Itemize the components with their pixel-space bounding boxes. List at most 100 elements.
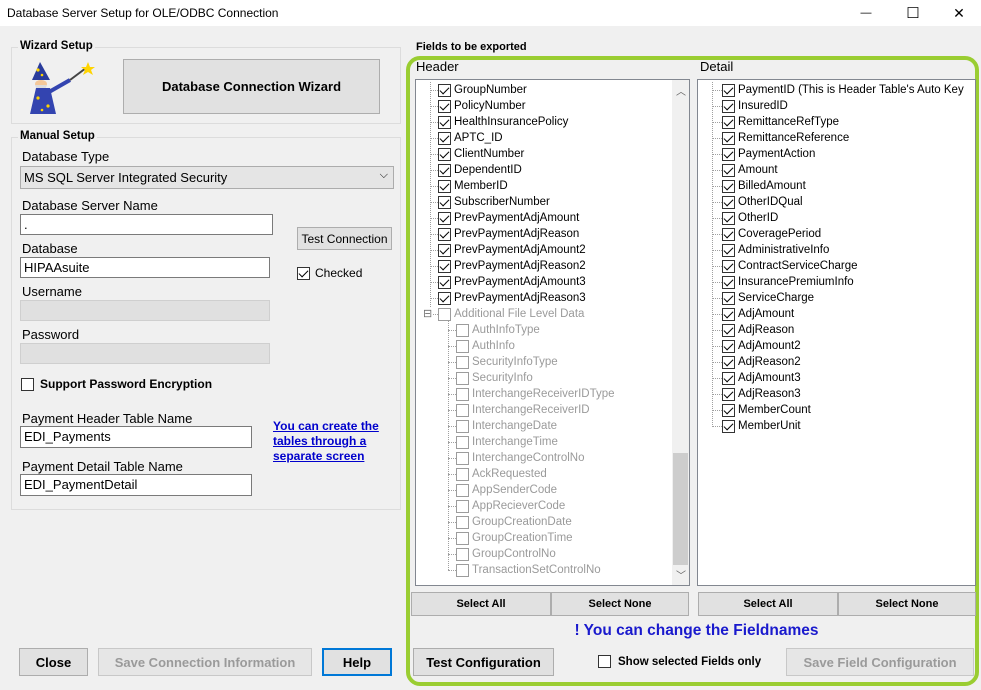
tree-item[interactable]: GroupNumber [438, 82, 527, 98]
tree-item-checkbox[interactable] [456, 515, 469, 529]
tree-item[interactable]: AdjReason3 [722, 386, 801, 402]
tree-item-checkbox[interactable] [722, 83, 735, 97]
tree-item-checkbox[interactable] [438, 275, 451, 289]
detail-fields-tree[interactable]: PaymentID (This is Header Table's Auto K… [697, 79, 976, 586]
tree-item-checkbox[interactable] [438, 195, 451, 209]
tree-item[interactable]: SubscriberNumber [438, 194, 550, 210]
tree-item-checkbox[interactable] [456, 563, 469, 577]
tree-item[interactable]: InterchangeControlNo [456, 450, 585, 466]
tree-item[interactable]: Amount [722, 162, 778, 178]
tree-item[interactable]: PaymentID (This is Header Table's Auto K… [722, 82, 964, 98]
tree-item[interactable]: InsurancePremiumInfo [722, 274, 854, 290]
tree-item-checkbox[interactable] [722, 291, 735, 305]
database-connection-wizard-button[interactable]: Database Connection Wizard [123, 59, 380, 114]
tree-item-checkbox[interactable] [456, 499, 469, 513]
tree-item-checkbox[interactable] [722, 163, 735, 177]
tree-item[interactable]: CoveragePeriod [722, 226, 821, 242]
tree-item[interactable]: AppSenderCode [456, 482, 557, 498]
tree-item[interactable]: PaymentAction [722, 146, 815, 162]
tree-item-checkbox[interactable] [438, 227, 451, 241]
tree-item[interactable]: PrevPaymentAdjAmount3 [438, 274, 586, 290]
tree-item[interactable]: AdjAmount3 [722, 370, 801, 386]
tree-item[interactable]: DependentID [438, 162, 522, 178]
tree-item-checkbox[interactable] [722, 179, 735, 193]
tree-item-checkbox[interactable] [456, 531, 469, 545]
password-input[interactable] [20, 343, 270, 364]
tree-item[interactable]: AdjReason2 [722, 354, 801, 370]
tree-item-checkbox[interactable] [438, 259, 451, 273]
tree-item[interactable]: MemberCount [722, 402, 811, 418]
tree-item[interactable]: GroupControlNo [456, 546, 556, 562]
tree-item-checkbox[interactable] [456, 387, 469, 401]
tree-item-checkbox[interactable] [722, 419, 735, 433]
tree-item-checkbox[interactable] [438, 211, 451, 225]
tree-item-checkbox[interactable] [438, 163, 451, 177]
tree-item[interactable]: AuthInfo [456, 338, 515, 354]
tree-item-checkbox[interactable] [722, 195, 735, 209]
tree-item[interactable]: InterchangeTime [456, 434, 558, 450]
username-input[interactable] [20, 300, 270, 321]
tree-item-checkbox[interactable] [722, 115, 735, 129]
tree-item-checkbox[interactable] [456, 451, 469, 465]
header-select-all-button[interactable]: Select All [411, 592, 551, 616]
tree-item-checkbox[interactable] [456, 323, 469, 337]
tree-item-checkbox[interactable] [722, 339, 735, 353]
tree-item-checkbox[interactable] [722, 243, 735, 257]
maximize-button[interactable]: ☐ [890, 0, 936, 26]
tree-item[interactable]: AuthInfoType [456, 322, 540, 338]
tree-item[interactable]: RemittanceReference [722, 130, 849, 146]
tree-item-checkbox[interactable] [456, 419, 469, 433]
tree-item-checkbox[interactable] [722, 211, 735, 225]
tree-item[interactable]: InterchangeReceiverID [456, 402, 590, 418]
tree-item-checkbox[interactable] [456, 355, 469, 369]
tree-item[interactable]: MemberID [438, 178, 508, 194]
detail-select-none-button[interactable]: Select None [838, 592, 976, 616]
tree-item-checkbox[interactable] [456, 371, 469, 385]
tree-item[interactable]: PrevPaymentAdjReason3 [438, 290, 586, 306]
tree-item[interactable]: APTC_ID [438, 130, 503, 146]
tree-item-checkbox[interactable] [722, 259, 735, 273]
tree-item-checkbox[interactable] [722, 387, 735, 401]
test-connection-button[interactable]: Test Connection [297, 227, 392, 250]
tree-item-checkbox[interactable] [722, 227, 735, 241]
create-tables-link[interactable]: You can create the tables through a sepa… [273, 419, 388, 464]
tree-item[interactable]: AdjAmount [722, 306, 794, 322]
tree-item[interactable]: InterchangeDate [456, 418, 557, 434]
close-window-button[interactable]: ✕ [936, 0, 981, 26]
tree-item[interactable]: BilledAmount [722, 178, 806, 194]
tree-item[interactable]: MemberUnit [722, 418, 801, 434]
tree-item[interactable]: AdministrativeInfo [722, 242, 829, 258]
test-configuration-button[interactable]: Test Configuration [413, 648, 554, 676]
payment-detail-table-input[interactable]: EDI_PaymentDetail [20, 474, 252, 496]
tree-item[interactable]: AppRecieverCode [456, 498, 565, 514]
tree-item[interactable]: GroupCreationTime [456, 530, 573, 546]
tree-item[interactable]: RemittanceRefType [722, 114, 839, 130]
tree-item-checkbox[interactable] [438, 99, 451, 113]
tree-item[interactable]: AdjReason [722, 322, 794, 338]
tree-item-checkbox[interactable] [722, 323, 735, 337]
tree-item[interactable]: PrevPaymentAdjReason2 [438, 258, 586, 274]
tree-item[interactable]: AckRequested [456, 466, 547, 482]
tree-item[interactable]: ClientNumber [438, 146, 524, 162]
tree-item-checkbox[interactable] [722, 371, 735, 385]
tree-item-checkbox[interactable] [438, 131, 451, 145]
database-type-select[interactable]: MS SQL Server Integrated Security ⌵ [20, 166, 394, 189]
tree-item-checkbox[interactable] [438, 243, 451, 257]
tree-item[interactable]: ContractServiceCharge [722, 258, 858, 274]
payment-header-table-input[interactable]: EDI_Payments [20, 426, 252, 448]
scroll-up-icon[interactable]: ︿ [676, 83, 686, 98]
tree-item[interactable]: GroupCreationDate [456, 514, 572, 530]
save-connection-button[interactable]: Save Connection Information [98, 648, 312, 676]
tree-item-checkbox[interactable] [438, 179, 451, 193]
tree-item-checkbox[interactable] [456, 467, 469, 481]
tree-item[interactable]: PrevPaymentAdjAmount2 [438, 242, 586, 258]
tree-item-checkbox[interactable] [438, 291, 451, 305]
collapse-icon[interactable]: ⊟ [423, 307, 433, 320]
tree-item[interactable]: TransactionSetControlNo [456, 562, 601, 578]
tree-item[interactable]: AdjAmount2 [722, 338, 801, 354]
tree-item-checkbox[interactable] [456, 547, 469, 561]
support-password-encryption-checkbox[interactable]: Support Password Encryption [21, 377, 212, 391]
close-button[interactable]: Close [19, 648, 88, 676]
tree-item-checkbox[interactable] [456, 403, 469, 417]
tree-item-checkbox[interactable] [722, 275, 735, 289]
